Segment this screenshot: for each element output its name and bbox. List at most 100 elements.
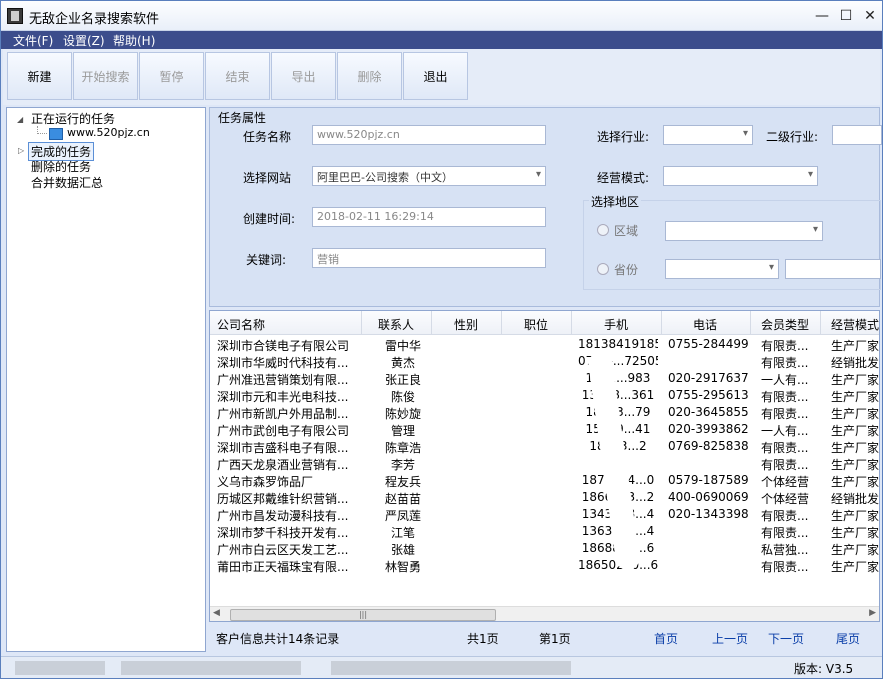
first-page-link[interactable]: 首页 [654,630,678,647]
prev-page-link[interactable]: 上一页 [712,630,748,647]
table-cell: 生产厂家 [831,424,880,438]
table-header: 公司名称 联系人 性别 职位 手机 电话 会员类型 经营模式 [210,311,879,335]
table-cell: 有限责... [761,526,809,540]
table-cell: 陈妙旋 [384,407,421,421]
table-cell: 0755-29561386 [668,388,748,402]
table-row[interactable]: 义乌市森罗饰品厂程友兵1875894...00579-187589...个体经营… [210,473,879,490]
task-name-input[interactable]: www.520pjz.cn [312,125,546,145]
col-contact[interactable]: 联系人 [378,316,414,333]
area-select[interactable] [665,221,823,241]
expanded-arrow-icon[interactable]: ◢ [17,115,23,124]
col-gender[interactable]: 性别 [454,316,478,333]
mode-select[interactable] [663,166,818,186]
scroll-left-icon[interactable]: ◀ [213,608,220,618]
maximize-button[interactable]: ☐ [837,7,855,25]
table-cell: 生产厂家 [831,339,880,353]
created-time-input[interactable]: 2018-02-11 16:29:14 [312,207,546,227]
site-select[interactable]: 阿里巴巴-公司搜索（中文） [312,166,546,186]
city-select[interactable] [785,259,881,279]
start-search-button[interactable]: 开始搜索 [73,52,138,100]
toolbar: 新建 开始搜索 暂停 结束 导出 删除 退出 [3,49,880,105]
table-cell: 莆田市正天福珠宝有限... [217,560,349,574]
menu-file[interactable]: 文件(F) [13,32,53,49]
exit-button[interactable]: 退出 [403,52,468,100]
table-cell: 严凤莲 [384,509,421,523]
table-cell: 历城区邦戴维针织营销... [217,492,349,506]
table-cell: 生产厂家 [831,509,880,523]
app-window: 无敌企业名录搜索软件 — ☐ ✕ 文件(F) 设置(Z) 帮助(H) 新建 开始… [0,0,883,679]
close-button[interactable]: ✕ [861,7,879,25]
col-mode[interactable]: 经营模式 [831,316,879,333]
table-cell: 陈俊 [390,390,415,404]
table-row[interactable]: 广州市武创电子有限公司管理15989...41020-39938623一人有..… [210,422,880,439]
col-member-type[interactable]: 会员类型 [761,316,809,333]
table-row[interactable]: 莆田市正天福珠宝有限...林智勇18650280...6有限责...生产厂家 [210,558,879,575]
table-row[interactable]: 深圳市华威时代科技有...黄杰0755-...725056有限责...经销批发 [210,354,879,371]
table-row[interactable]: 广州市新凯户外用品制...陈妙旋18813...79020-36458559有限… [210,405,879,422]
new-button[interactable]: 新建 [7,52,72,100]
table-cell: 广州市昌发动漫科技有... [217,509,349,523]
table-cell: 赵苗苗 [384,492,421,506]
table-cell: 0579-187589... [668,473,748,487]
col-phone[interactable]: 电话 [693,316,717,333]
record-summary: 客户信息共计14条记录 [216,632,340,646]
table-row[interactable]: 广州市昌发动漫科技有...严凤莲1343398...4020-1343398..… [210,507,880,524]
table-row[interactable]: 广州准迅营销策划有限... 张正良 1581...983 020-29176375 一人… [210,371,880,388]
table-cell: 陈章浩 [384,441,421,455]
keyword-input[interactable]: 营销 [312,248,546,268]
table-row[interactable]: 广州市白云区天发工艺...张雄1868820...6私营独...生产厂家 [210,541,879,558]
mode-label: 经营模式: [597,171,650,185]
table-row[interactable]: 广西天龙泉酒业营销有... 李芳 有限责... 生产厂家 [210,456,879,473]
export-button[interactable]: 导出 [271,52,336,100]
region-group: 选择地区 区域 省份 [583,193,881,290]
next-page-link[interactable]: 下一页 [768,630,804,647]
table-cell: 深圳市吉盛科电子有限... [217,441,349,455]
col-mobile[interactable]: 手机 [604,316,628,333]
table-row[interactable]: 深圳市吉盛科电子有限...陈章浩18503...20769-82583850有限… [210,439,879,456]
area-radio[interactable] [597,224,609,236]
tree-node-merge[interactable]: 合并数据汇总 [31,174,103,191]
table-row[interactable]: 深圳市元和丰光电科技... 陈俊 13828...361 0755-29561386 有… [210,388,879,405]
table-cell: 经销批发 [831,492,880,506]
table-cell: 020-39938623 [668,422,748,436]
scroll-right-icon[interactable]: ▶ [869,608,876,618]
last-page-link[interactable]: 尾页 [836,630,860,647]
task-icon [49,128,63,140]
tree-node-deleted[interactable]: 删除的任务 [31,158,91,175]
scroll-thumb[interactable]: ||| [230,609,496,621]
collapsed-arrow-icon[interactable]: ▷ [18,146,24,155]
table-cell: 有限责... [761,356,809,370]
table-cell: 管理 [390,424,415,438]
stop-button[interactable]: 结束 [205,52,270,100]
col-company[interactable]: 公司名称 [217,316,265,333]
table-row[interactable]: 深圳市梦千科技开发有...江笔1363253...4有限责...生产厂家 [210,524,879,541]
table-cell: 义乌市森罗饰品厂 [217,475,314,489]
table-row[interactable]: 深圳市合镁电子有限公司 雷中华 18138419185 0755-28449973 有限… [210,337,880,354]
col-position[interactable]: 职位 [524,316,548,333]
province-select[interactable] [665,259,779,279]
status-bar: 版本: V3.5 [1,656,882,678]
table-row[interactable]: 历城区邦戴维针织营销...赵苗苗1866893...2400-0690069个体… [210,490,880,507]
status-blur [121,661,301,675]
table-cell: 张雄 [390,543,415,557]
tree-node-running[interactable]: 正在运行的任务 [31,110,115,127]
table-cell: 黄杰 [390,356,415,370]
minimize-button[interactable]: — [813,7,831,25]
status-blur [331,661,571,675]
horizontal-scrollbar[interactable]: ◀ ||| ▶ [210,606,879,621]
table-cell: 私营独... [761,543,809,557]
table-cell: 个体经营 [761,492,810,506]
table-cell: 020-29176375 [668,371,748,385]
tree-node-task[interactable]: www.520pjz.cn [67,126,150,139]
delete-button[interactable]: 删除 [337,52,402,100]
pause-button[interactable]: 暂停 [139,52,204,100]
results-table: 公司名称 联系人 性别 职位 手机 电话 会员类型 经营模式 深圳市合镁电子有限… [209,310,880,622]
menu-help[interactable]: 帮助(H) [113,32,155,49]
menu-settings[interactable]: 设置(Z) [63,32,105,49]
area-label: 区域 [614,224,639,238]
table-cell: 生产厂家 [831,373,880,387]
industry-select[interactable] [663,125,753,145]
table-cell: 有限责... [761,560,809,574]
industry2-select[interactable] [832,125,882,145]
province-radio[interactable] [597,263,609,275]
